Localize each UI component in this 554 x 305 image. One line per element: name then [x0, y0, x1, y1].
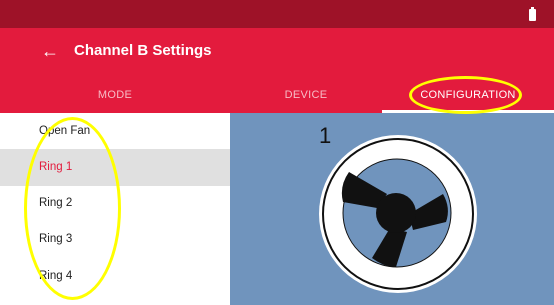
battery-icon — [529, 7, 536, 21]
list-item-open-fan[interactable]: Open Fan — [0, 113, 230, 150]
highlight-list — [24, 117, 121, 300]
highlight-configuration-tab — [409, 76, 522, 114]
fan-ring-icon — [319, 135, 477, 293]
arrow-back-icon[interactable]: ← — [38, 38, 62, 64]
app-bar: ← Channel B Settings — [0, 28, 554, 76]
tab-device[interactable]: DEVICE — [230, 76, 382, 113]
page-title: Channel B Settings — [74, 42, 212, 59]
status-bar — [0, 0, 554, 28]
tab-mode[interactable]: MODE — [0, 76, 230, 113]
